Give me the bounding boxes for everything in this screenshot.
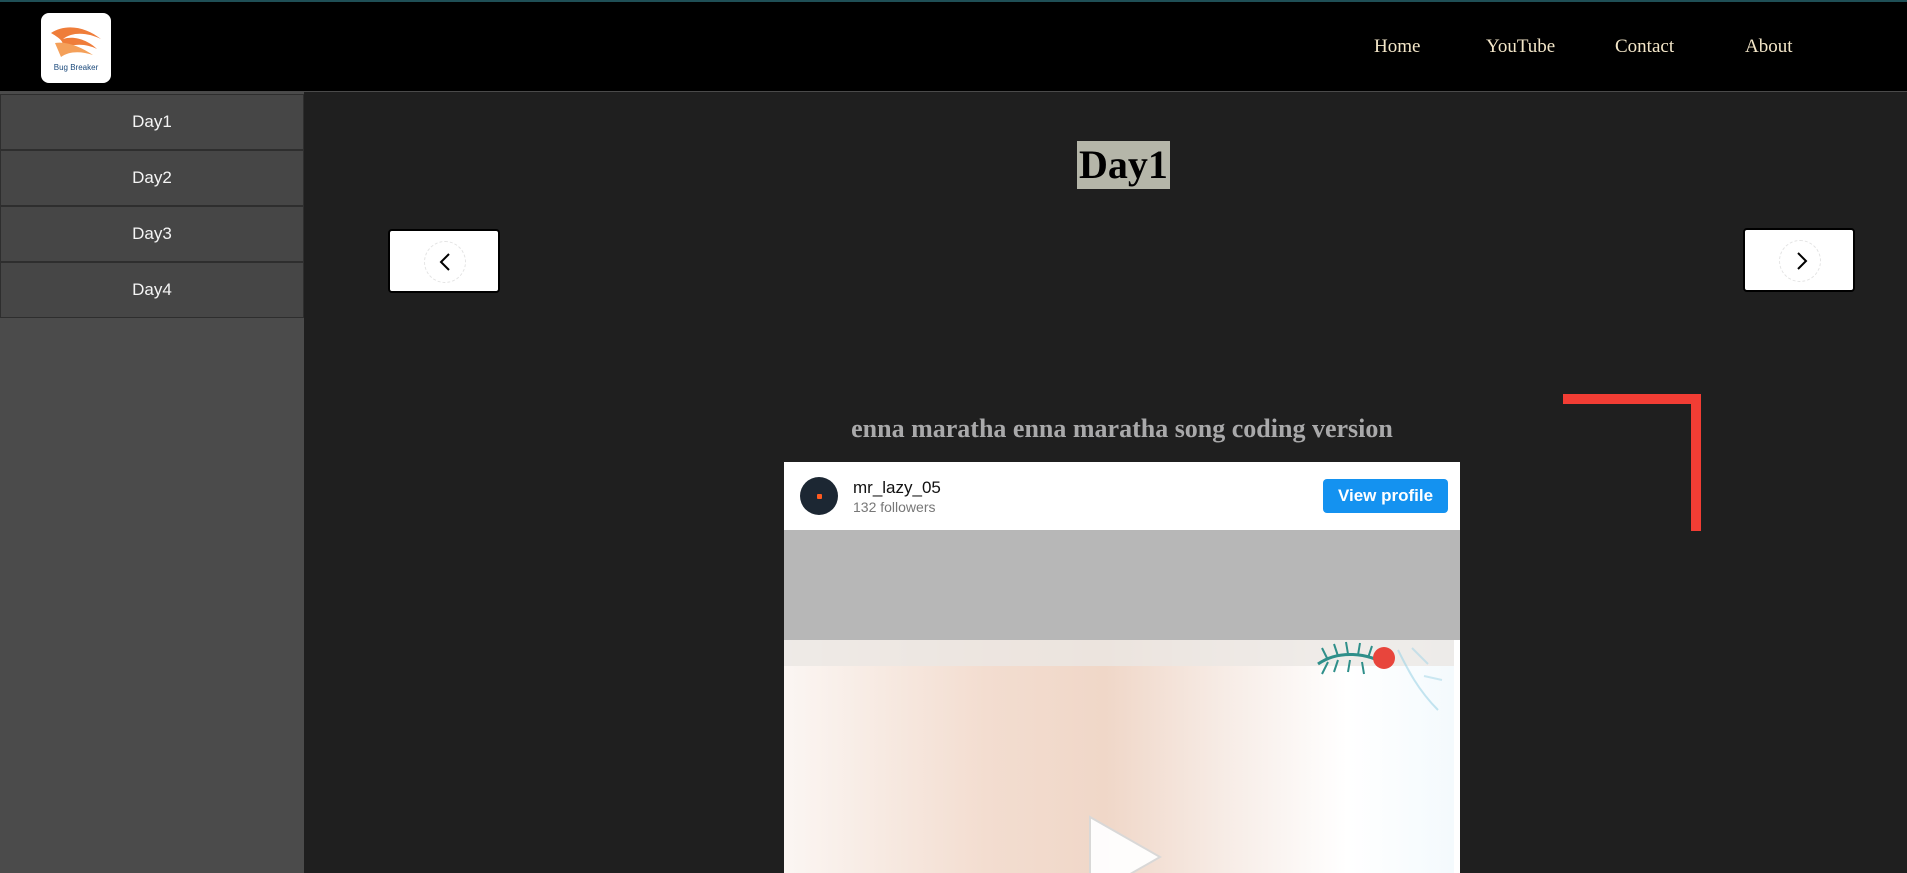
post-title: enna maratha enna maratha song coding ve… (851, 414, 1393, 443)
top-navbar: Bug Breaker Home YouTube Contact About (0, 0, 1907, 92)
prev-button[interactable] (388, 229, 500, 293)
next-button[interactable] (1743, 228, 1855, 292)
page-title: Day1 (1077, 141, 1170, 189)
media-gray-band (784, 530, 1460, 640)
bug-breaker-logo[interactable]: Bug Breaker (41, 13, 111, 83)
logo-flame-icon (51, 27, 101, 57)
instagram-embed: mr_lazy_05 132 followers View profile (784, 462, 1460, 873)
view-profile-button[interactable]: View profile (1323, 479, 1448, 513)
leaf-decoration-icon (1317, 641, 1443, 711)
sidebar-item-day4[interactable]: Day4 (0, 262, 304, 318)
nav-about[interactable]: About (1745, 36, 1793, 58)
nav-home[interactable]: Home (1374, 36, 1420, 58)
avatar-dot (817, 494, 822, 499)
followers-count: 132 followers (853, 499, 936, 515)
sidebar-item-day1[interactable]: Day1 (0, 94, 304, 150)
logo-text: Bug Breaker (53, 63, 99, 72)
nav-contact[interactable]: Contact (1615, 36, 1674, 58)
chevron-right-icon (1797, 252, 1808, 270)
sidebar: Day1 Day2 Day3 Day4 (0, 92, 304, 873)
username[interactable]: mr_lazy_05 (853, 478, 941, 498)
chevron-left-icon (439, 253, 450, 271)
avatar[interactable] (800, 477, 838, 515)
nav-youtube[interactable]: YouTube (1486, 36, 1555, 58)
sidebar-item-day3[interactable]: Day3 (0, 206, 304, 262)
play-icon[interactable] (1084, 813, 1166, 873)
red-corner-decoration (1563, 394, 1701, 531)
sidebar-item-day2[interactable]: Day2 (0, 150, 304, 206)
video-thumbnail[interactable] (784, 530, 1460, 873)
embed-header: mr_lazy_05 132 followers View profile (784, 462, 1460, 530)
